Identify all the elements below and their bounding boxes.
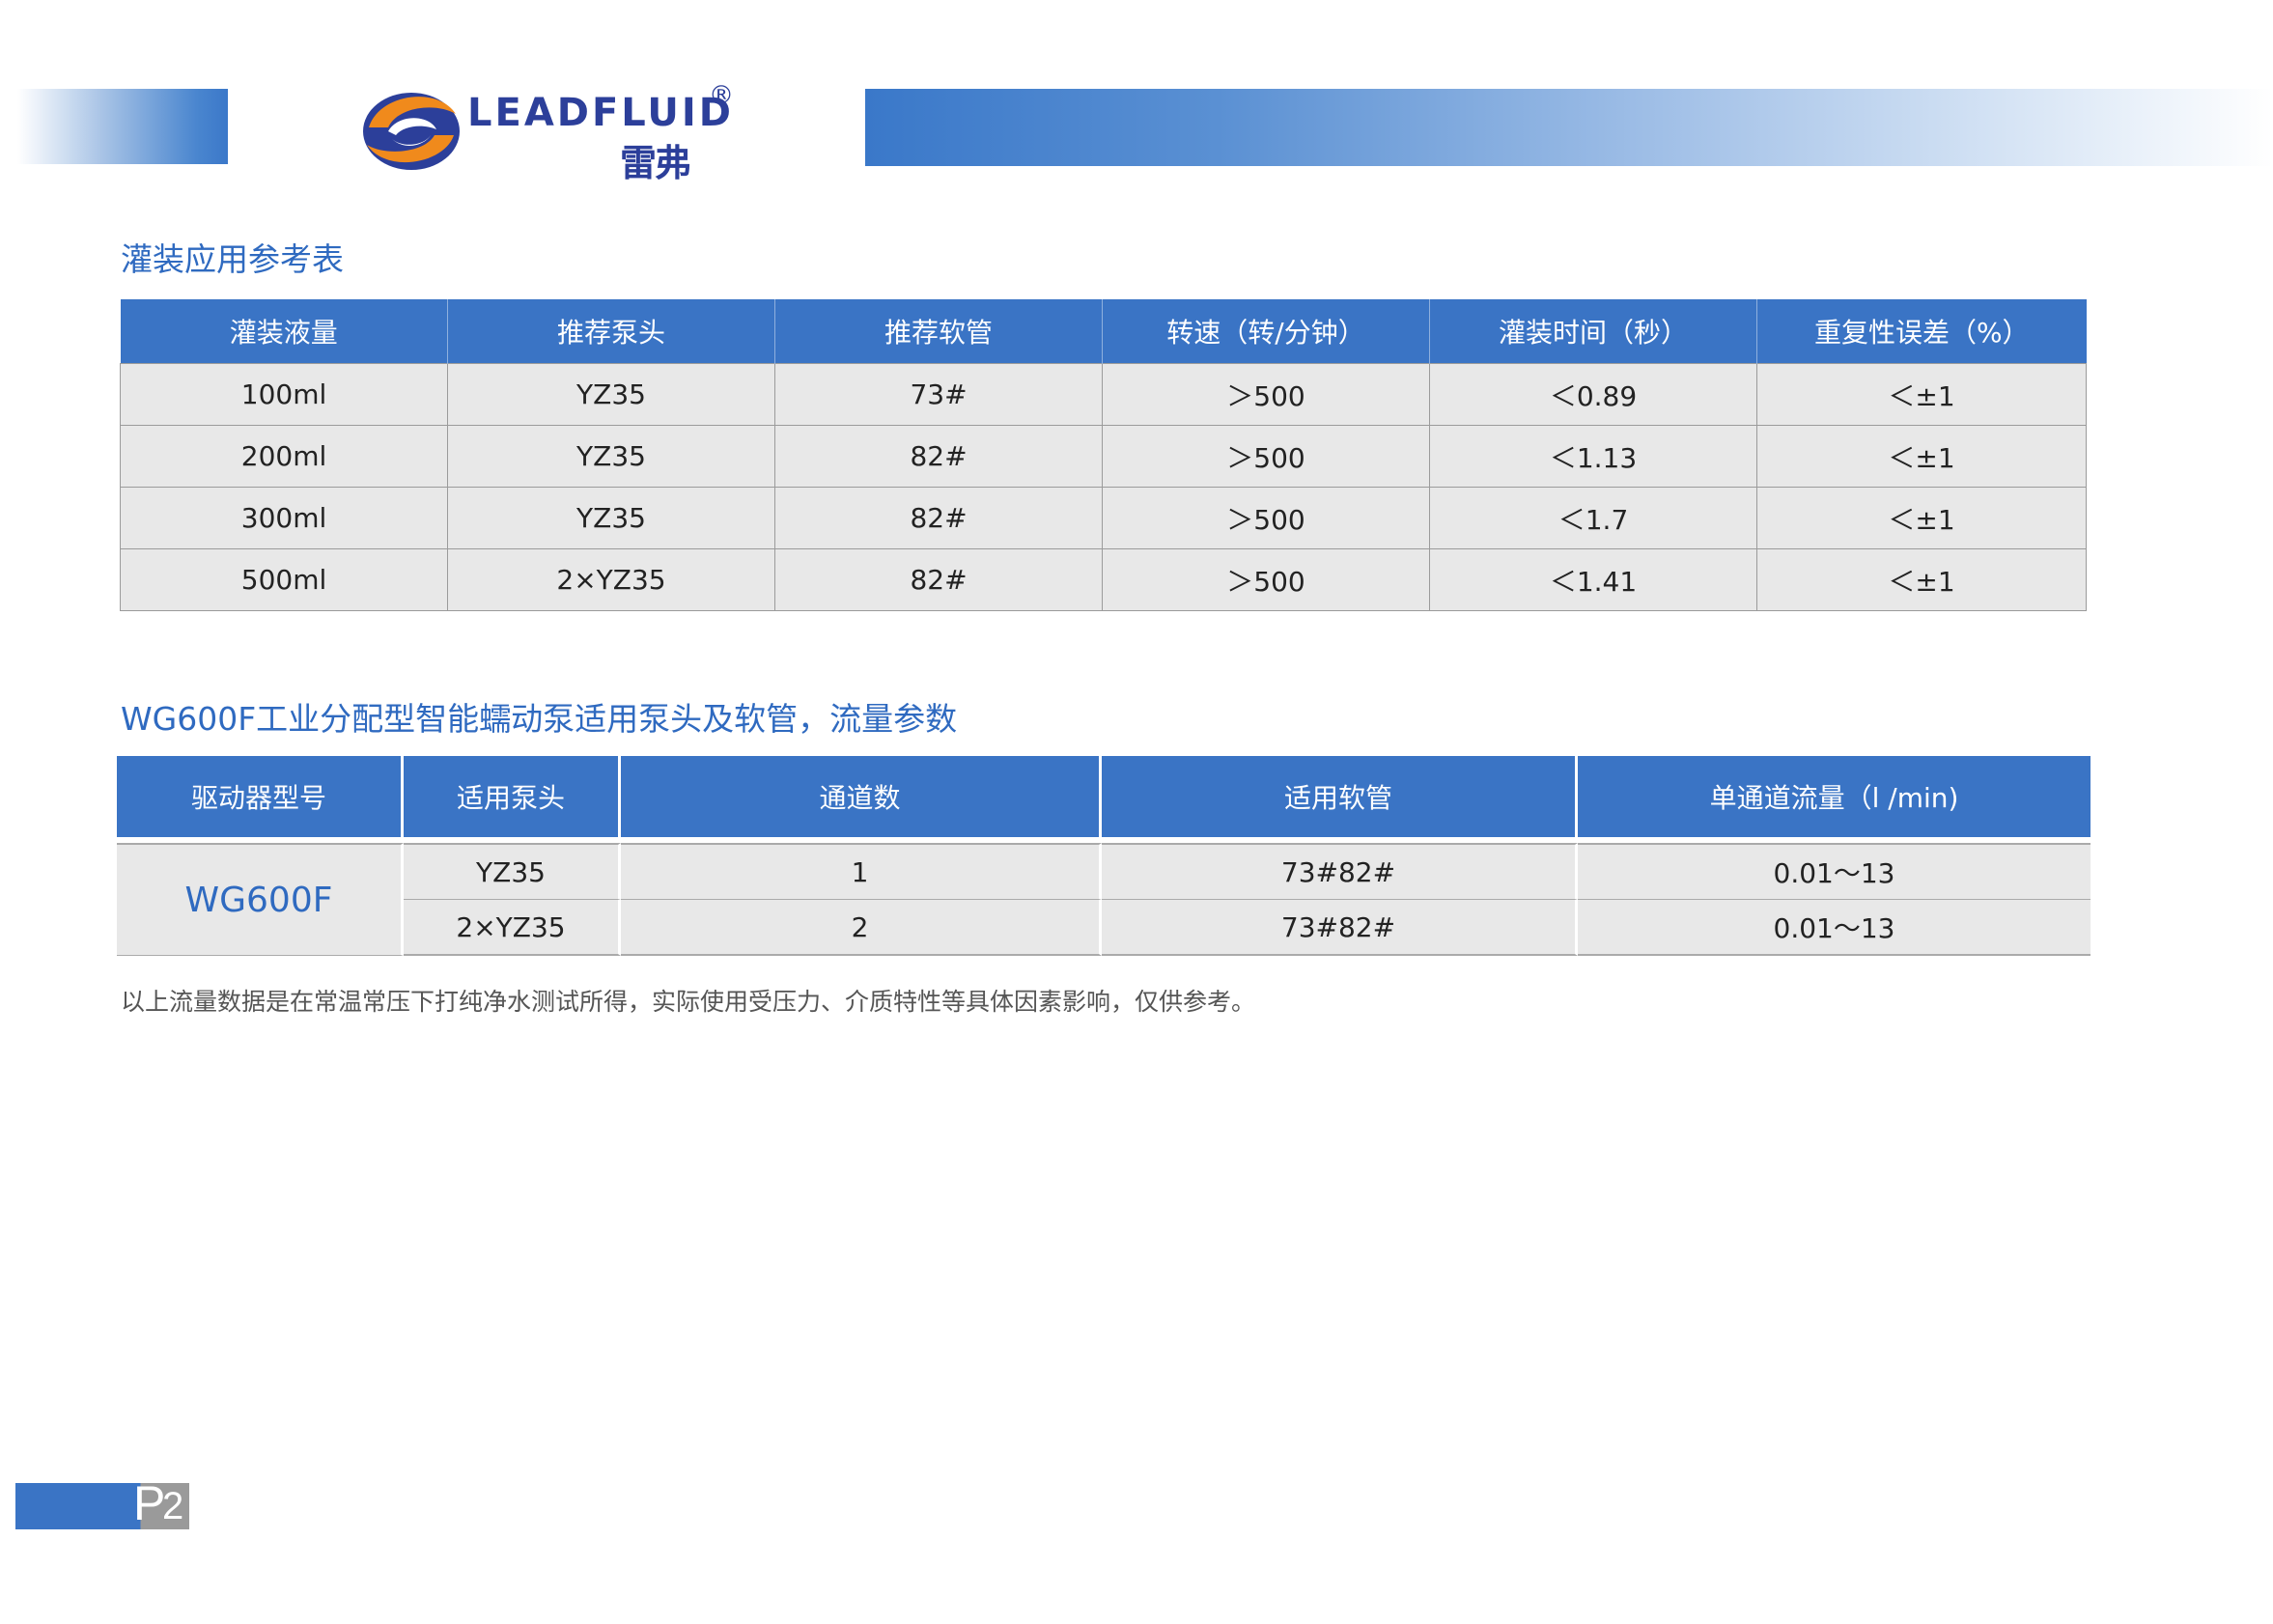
table-cell: ＜1.13 [1429,425,1757,488]
table-cell: ＞500 [1102,487,1430,549]
table-cell: 500ml [120,548,448,611]
page-letter: P [133,1476,166,1530]
table-cell: ＞500 [1102,548,1430,611]
header-gradient-bar-right [865,89,2273,166]
table-cell: 1 [621,843,1102,900]
brand-name-cn: 雷弗 [620,142,691,184]
table-cell: 300ml [120,487,448,549]
col-header: 灌装液量 [120,299,448,364]
col-header: 适用泵头 [404,756,621,843]
footnote: 以上流量数据是在常温常压下打纯净水测试所得，实际使用受压力、介质特性等具体因素影… [121,988,1256,1016]
col-header: 适用软管 [1102,756,1578,843]
table-cell: ＜1.7 [1429,487,1757,549]
table-cell: 73#82# [1102,900,1578,956]
col-header: 推荐泵头 [447,299,775,364]
table-cell: 82# [774,548,1103,611]
table-row: 2×YZ35 2 73#82# 0.01～13 [117,900,2091,956]
col-header: 灌装时间（秒） [1429,299,1757,364]
page-number: 2 [162,1485,184,1527]
col-header: 单通道流量（l /min) [1578,756,2091,843]
section-title-filling: 灌装应用参考表 [121,240,344,278]
table-header-row: 灌装液量 推荐泵头 推荐软管 转速（转/分钟） 灌装时间（秒） 重复性误差（%） [120,299,2087,364]
table-row: WG600F YZ35 1 73#82# 0.01～13 [117,843,2091,956]
table-cell: 82# [774,425,1103,488]
col-header: 转速（转/分钟） [1102,299,1430,364]
table-cell: YZ35 [447,487,775,549]
table-cell: YZ35 [447,425,775,488]
header-gradient-bar-left [17,89,228,164]
table-header-row: 驱动器型号 适用泵头 通道数 适用软管 单通道流量（l /min) [117,756,2091,843]
table-cell: 82# [774,487,1103,549]
brand-logo: LEADFLUID ® 雷弗 [359,81,745,184]
section-title-wg600f: WG600F工业分配型智能蠕动泵适用泵头及软管，流量参数 [121,700,958,738]
table-row: 300ml YZ35 82# ＞500 ＜1.7 ＜±1 [120,487,2087,549]
table-cell: 0.01～13 [1578,900,2091,956]
brand-name-en: LEADFLUID [467,91,734,135]
table-cell: 100ml [120,363,448,426]
table-row: 100ml YZ35 73# ＞500 ＜0.89 ＜±1 [120,363,2087,426]
table-cell: 2×YZ35 [447,548,775,611]
col-header: 重复性误差（%） [1756,299,2087,364]
table-cell: 0.01～13 [1578,843,2091,900]
table-cell: ＜±1 [1756,548,2087,611]
logo-mark-icon [363,93,460,170]
col-header: 通道数 [621,756,1102,843]
col-header: 驱动器型号 [117,756,404,843]
table-cell: ＜±1 [1756,487,2087,549]
table-cell: ＞500 [1102,363,1430,426]
table-cell: ＜0.89 [1429,363,1757,426]
driver-model-cell: WG600F [117,843,404,956]
col-header: 推荐软管 [774,299,1103,364]
wg600f-parameter-table: 驱动器型号 适用泵头 通道数 适用软管 单通道流量（l /min) WG600F… [117,756,2091,956]
registered-mark: ® [709,81,734,110]
table-cell: ＞500 [1102,425,1430,488]
table-cell: 200ml [120,425,448,488]
table-cell: ＜±1 [1756,425,2087,488]
table-row: 200ml YZ35 82# ＞500 ＜1.13 ＜±1 [120,425,2087,488]
table-row: 500ml 2×YZ35 82# ＞500 ＜1.41 ＜±1 [120,548,2087,611]
table-cell: ＜1.41 [1429,548,1757,611]
filling-reference-table: 灌装液量 推荐泵头 推荐软管 转速（转/分钟） 灌装时间（秒） 重复性误差（%）… [120,299,2087,611]
table-cell: 73#82# [1102,843,1578,900]
table-cell: 73# [774,363,1103,426]
table-cell: 2×YZ35 [404,900,621,956]
table-cell: YZ35 [404,843,621,900]
table-cell: 2 [621,900,1102,956]
table-cell: YZ35 [447,363,775,426]
table-cell: ＜±1 [1756,363,2087,426]
